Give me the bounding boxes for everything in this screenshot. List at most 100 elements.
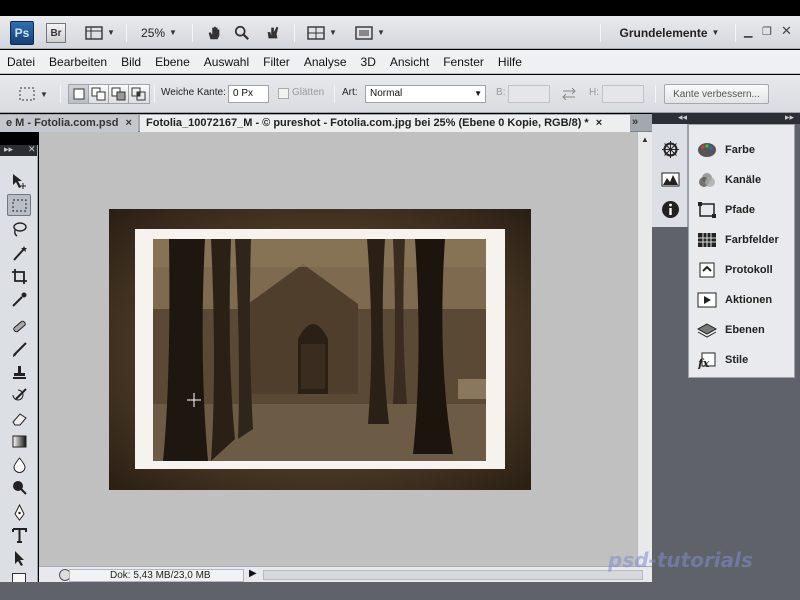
menu-ansicht[interactable]: Ansicht	[390, 55, 429, 69]
height-input[interactable]	[602, 85, 644, 103]
pen-tool[interactable]	[7, 501, 31, 523]
path-selection-tool[interactable]	[7, 547, 31, 569]
rotate-view-button[interactable]	[262, 21, 284, 44]
menu-bearbeiten[interactable]: Bearbeiten	[49, 55, 107, 69]
antialias-checkbox[interactable]	[278, 88, 289, 99]
quick-selection-tool[interactable]	[7, 242, 31, 264]
add-to-selection-button[interactable]	[88, 84, 110, 104]
new-selection-button[interactable]	[68, 84, 90, 104]
view-extras-button[interactable]: ▼	[82, 21, 118, 44]
close-tab-icon[interactable]: ×	[596, 117, 602, 129]
divider	[735, 24, 736, 42]
menu-3d[interactable]: 3D	[361, 55, 376, 69]
svg-text:fx: fx	[697, 357, 710, 369]
gradient-tool[interactable]	[7, 430, 31, 452]
canvas-area[interactable]	[39, 132, 637, 566]
style-select[interactable]: Normal ▼	[365, 85, 486, 103]
eraser-tool[interactable]	[7, 407, 31, 429]
collapse-icon[interactable]: ◂◂	[678, 112, 687, 123]
history-brush-tool[interactable]	[7, 384, 31, 406]
menu-bild[interactable]: Bild	[121, 55, 141, 69]
swap-dimensions-icon[interactable]	[562, 88, 576, 100]
rectangular-marquee-tool[interactable]	[7, 194, 31, 216]
close-tab-icon[interactable]: ×	[126, 117, 132, 129]
panel-label: Ebenen	[725, 324, 765, 336]
tab-overflow-icon[interactable]: »	[632, 116, 638, 128]
histogram-panel-button[interactable]	[661, 170, 680, 189]
magic-wand-icon	[12, 245, 27, 261]
menu-analyse[interactable]: Analyse	[304, 55, 347, 69]
zoom-level-dropdown[interactable]: 25% ▼	[135, 21, 183, 44]
subtract-from-selection-button[interactable]	[108, 84, 130, 104]
panel-item-actions[interactable]: Aktionen	[689, 285, 794, 315]
expand-icon[interactable]: ▸▸	[785, 112, 794, 123]
history-icon	[696, 260, 718, 280]
minimize-window-button[interactable]: ▁	[744, 25, 752, 38]
menu-hilfe[interactable]: Hilfe	[498, 55, 522, 69]
panel-item-styles[interactable]: fx Stile	[689, 345, 794, 375]
drop-icon	[12, 456, 26, 473]
zoom-tool-button[interactable]	[232, 21, 252, 44]
info-panel-button[interactable]	[661, 200, 680, 219]
path-select-icon	[14, 550, 24, 566]
workspace-switcher[interactable]: Grundelemente ▼	[612, 21, 727, 44]
width-input[interactable]	[508, 85, 550, 103]
menu-auswahl[interactable]: Auswahl	[204, 55, 249, 69]
menu-filter[interactable]: Filter	[263, 55, 290, 69]
menu-datei[interactable]: Datei	[7, 55, 35, 69]
collapse-icon[interactable]: ▸▸	[4, 144, 13, 155]
hand-tool-button[interactable]	[204, 21, 224, 44]
close-window-button[interactable]: ✕	[781, 23, 792, 39]
arrange-documents-button[interactable]: ▼	[305, 21, 339, 44]
horizontal-scrollbar[interactable]	[263, 570, 643, 580]
move-tool[interactable]	[7, 170, 31, 192]
document-image[interactable]	[109, 209, 531, 490]
panel-item-channels[interactable]: Kanäle	[689, 165, 794, 195]
document-tab-1[interactable]: e M - Fotolia.com.psd ×	[0, 115, 138, 132]
move-icon	[12, 173, 26, 189]
blur-tool[interactable]	[7, 453, 31, 475]
panel-item-history[interactable]: Protokoll	[689, 255, 794, 285]
chevron-down-icon: ▼	[40, 89, 48, 99]
refine-edge-button[interactable]: Kante verbessern...	[664, 84, 769, 104]
status-expand-icon[interactable]: ▶	[249, 568, 257, 579]
crop-tool[interactable]	[7, 265, 31, 287]
screen-mode-icon	[355, 25, 373, 40]
view-extras-icon	[85, 25, 103, 40]
panel-item-color[interactable]: Farbe	[689, 135, 794, 165]
panel-label: Aktionen	[725, 294, 773, 306]
chevron-down-icon: ▼	[169, 28, 177, 37]
feather-input[interactable]: 0 Px	[228, 85, 269, 103]
screen-mode-button[interactable]: ▼	[352, 21, 388, 44]
watermark: psd-tutorials	[608, 548, 753, 572]
intersect-selection-button[interactable]	[128, 84, 150, 104]
healing-brush-tool[interactable]	[7, 315, 31, 337]
panel-list: Farbe Kanäle Pfade Farbfelder Protokoll …	[688, 124, 795, 378]
eyedropper-tool[interactable]	[7, 288, 31, 310]
divider	[154, 85, 155, 103]
width-label: B:	[496, 87, 506, 98]
tools-panel-header[interactable]: ▸▸ ✕	[0, 144, 37, 156]
clone-stamp-tool[interactable]	[7, 361, 31, 383]
panel-item-paths[interactable]: Pfade	[689, 195, 794, 225]
scroll-up-icon[interactable]: ▲	[641, 135, 649, 144]
hand-icon	[208, 26, 220, 39]
menu-fenster[interactable]: Fenster	[443, 55, 484, 69]
panel-item-swatches[interactable]: Farbfelder	[689, 225, 794, 255]
panel-item-layers[interactable]: Ebenen	[689, 315, 794, 345]
navigator-panel-button[interactable]	[661, 140, 680, 159]
document-tab-2[interactable]: Fotolia_10072167_M - © pureshot - Fotoli…	[140, 115, 630, 132]
vertical-scrollbar[interactable]: ▲	[637, 132, 652, 566]
marquee-icon	[12, 199, 26, 211]
bridge-launch-button[interactable]: Br	[46, 23, 66, 43]
type-tool[interactable]	[7, 524, 31, 546]
dodge-tool[interactable]	[7, 476, 31, 498]
lasso-icon	[12, 221, 27, 237]
lasso-tool[interactable]	[7, 218, 31, 240]
menu-ebene[interactable]: Ebene	[155, 55, 190, 69]
restore-window-button[interactable]: ❐	[762, 25, 772, 38]
brush-tool[interactable]	[7, 338, 31, 360]
close-panel-icon[interactable]: ✕	[28, 144, 36, 155]
tool-preset-picker[interactable]: ▼	[18, 84, 54, 104]
panel-dock-header[interactable]: ◂◂ ▸▸	[652, 112, 800, 124]
